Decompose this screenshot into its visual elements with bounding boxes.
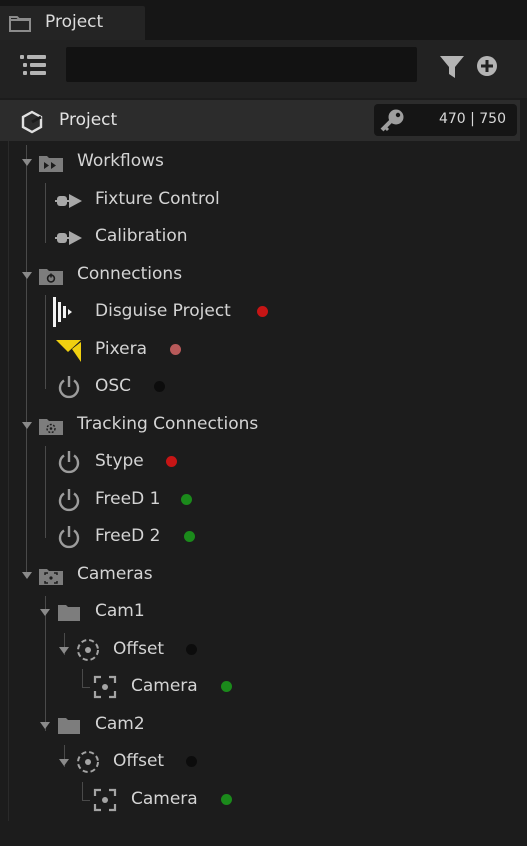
expand-arrow-icon[interactable] xyxy=(22,572,32,579)
camera-icon xyxy=(93,788,117,812)
tree-item-freed1[interactable]: FreeD 1 xyxy=(0,481,527,518)
root-label: Project xyxy=(59,110,118,130)
tree-item-connections[interactable]: Connections xyxy=(0,256,527,293)
status-dot xyxy=(221,681,232,692)
tree-item-label: Camera xyxy=(131,789,198,809)
folder-icon xyxy=(58,605,80,621)
expand-arrow-icon[interactable] xyxy=(22,159,32,166)
status-dot xyxy=(186,756,197,767)
offset-icon xyxy=(77,639,99,661)
search-input[interactable] xyxy=(66,47,417,82)
status-dot xyxy=(257,306,268,317)
tree-item-calibration[interactable]: Calibration xyxy=(0,218,527,255)
tree-item-fixture-control[interactable]: Fixture Control xyxy=(0,181,527,218)
tree-item-pixera[interactable]: Pixera xyxy=(0,331,527,368)
tree-item-label: FreeD 2 xyxy=(95,526,161,546)
pixera-icon xyxy=(56,340,81,362)
expand-arrow-icon[interactable] xyxy=(22,272,32,279)
tree-item-cam1-offset[interactable]: Offset xyxy=(0,631,527,668)
tab-project[interactable]: Project xyxy=(0,6,145,40)
filter-icon[interactable] xyxy=(440,56,464,78)
status-dot xyxy=(181,494,192,505)
expand-arrow-icon[interactable] xyxy=(40,609,50,616)
tracking-folder-icon xyxy=(39,419,63,435)
expand-arrow-icon[interactable] xyxy=(40,722,50,729)
tree-item-label: Disguise Project xyxy=(95,301,231,321)
power-icon xyxy=(58,489,80,512)
tree-root-project[interactable]: Project 470 | 750 xyxy=(0,100,520,141)
expand-arrow-icon[interactable] xyxy=(59,759,69,766)
tree-item-label: Tracking Connections xyxy=(77,414,259,434)
status-dot xyxy=(154,381,165,392)
tree-item-label: Cam2 xyxy=(95,714,145,734)
tree-item-stype[interactable]: Stype xyxy=(0,443,527,480)
hexagon-icon xyxy=(21,110,43,134)
tree-item-cameras[interactable]: Cameras xyxy=(0,556,527,593)
disguise-icon xyxy=(53,297,72,327)
tree-item-label: Cameras xyxy=(77,564,153,584)
fixture-control-icon xyxy=(55,194,82,208)
tree-item-tracking-connections[interactable]: Tracking Connections xyxy=(0,406,527,443)
tree-item-disguise-project[interactable]: Disguise Project xyxy=(0,293,527,330)
tree-item-label: FreeD 1 xyxy=(95,489,161,509)
workflow-folder-icon xyxy=(39,156,63,172)
tree-item-label: Calibration xyxy=(95,226,188,246)
status-dot xyxy=(221,794,232,805)
counter-value: 470 | 750 xyxy=(438,111,506,127)
tree-item-osc[interactable]: OSC xyxy=(0,368,527,405)
expand-arrow-icon[interactable] xyxy=(22,422,32,429)
key-icon xyxy=(380,109,404,132)
calibration-icon xyxy=(55,231,82,245)
tree-item-label: Connections xyxy=(77,264,183,284)
power-icon xyxy=(58,376,80,399)
tree-item-label: Cam1 xyxy=(95,601,145,621)
tree: Workflows Fixture Control Calibration Co… xyxy=(0,141,527,846)
status-dot xyxy=(186,644,197,655)
offset-icon xyxy=(77,751,99,773)
expand-arrow-icon[interactable] xyxy=(59,647,69,654)
list-icon[interactable] xyxy=(20,55,47,77)
camera-icon xyxy=(93,675,117,699)
folder-icon xyxy=(58,718,80,734)
status-dot xyxy=(166,456,177,467)
folder-icon xyxy=(9,16,31,32)
tree-item-label: Fixture Control xyxy=(95,189,220,209)
tree-item-label: Workflows xyxy=(77,151,164,171)
tree-item-cam2-camera[interactable]: Camera xyxy=(0,781,527,818)
tree-item-cam2[interactable]: Cam2 xyxy=(0,706,527,743)
tree-item-cam1-camera[interactable]: Camera xyxy=(0,668,527,705)
tree-item-label: OSC xyxy=(95,376,132,396)
connection-folder-icon xyxy=(39,269,63,285)
tree-item-label: Offset xyxy=(113,639,165,659)
camera-folder-icon xyxy=(39,569,63,585)
tree-item-cam1[interactable]: Cam1 xyxy=(0,593,527,630)
tree-item-cam2-offset[interactable]: Offset xyxy=(0,743,527,780)
add-icon[interactable] xyxy=(477,56,497,76)
tree-item-workflows[interactable]: Workflows xyxy=(0,143,527,180)
tree-item-freed2[interactable]: FreeD 2 xyxy=(0,518,527,555)
tree-item-label: Pixera xyxy=(95,339,148,359)
object-counter: 470 | 750 xyxy=(374,104,517,136)
power-icon xyxy=(58,526,80,549)
status-dot xyxy=(170,344,181,355)
tab-label: Project xyxy=(45,12,104,32)
tab-bar: Project xyxy=(0,0,527,40)
tree-item-label: Camera xyxy=(131,676,198,696)
tree-item-label: Stype xyxy=(95,451,144,471)
status-dot xyxy=(184,531,195,542)
tree-item-label: Offset xyxy=(113,751,165,771)
toolbar xyxy=(0,40,527,98)
power-icon xyxy=(58,451,80,474)
